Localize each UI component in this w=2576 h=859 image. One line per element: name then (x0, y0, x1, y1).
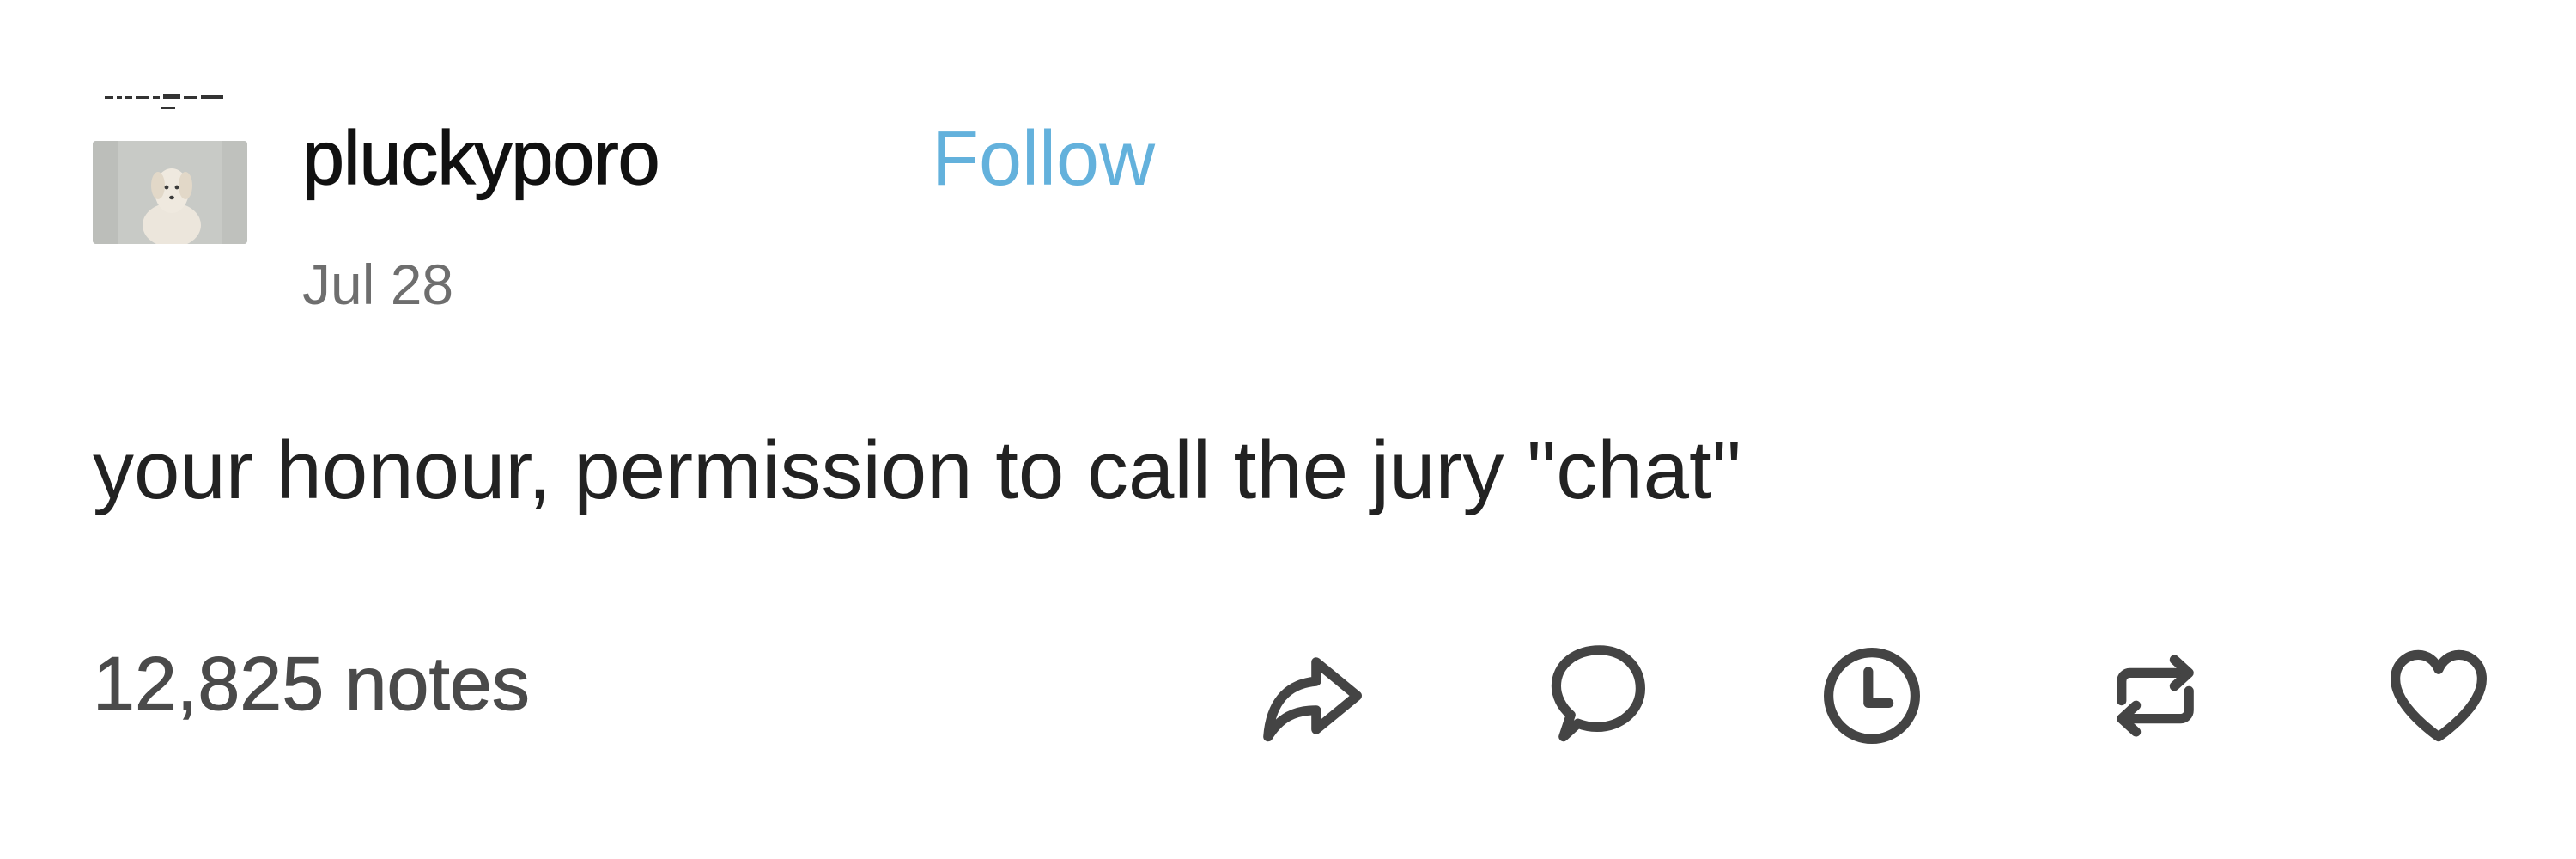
like-icon[interactable] (2379, 636, 2499, 756)
post-date[interactable]: Jul 28 (302, 256, 453, 313)
post-body-text: your honour, permission to call the jury… (93, 424, 1741, 516)
notes-count[interactable]: 12,825 notes (93, 645, 531, 722)
username[interactable]: pluckyporo (301, 119, 660, 196)
follow-button[interactable]: Follow (932, 120, 1155, 198)
avatar[interactable] (93, 81, 247, 244)
reblog-icon[interactable] (2095, 636, 2215, 756)
share-icon[interactable] (1254, 636, 1374, 756)
reply-icon[interactable] (1537, 636, 1657, 756)
schedule-icon[interactable] (1812, 636, 1932, 756)
tumblr-post: pluckyporo Follow Jul 28 your honour, pe… (0, 0, 2576, 859)
avatar-photo (93, 141, 247, 244)
dog-photo-icon (93, 141, 247, 244)
avatar-caption-scribble (105, 94, 223, 109)
